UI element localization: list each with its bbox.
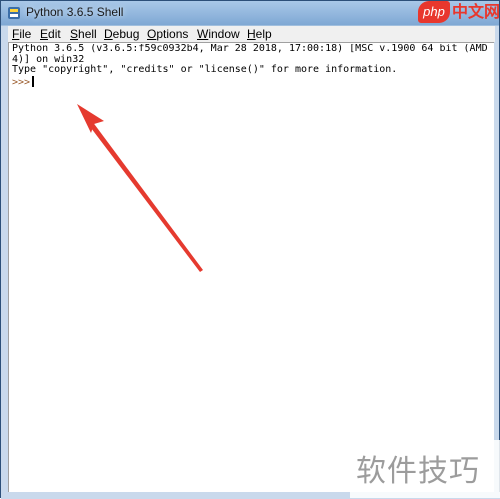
shell-text-area[interactable]: Python 3.6.5 (v3.6.5:f59c0932b4, Mar 28 … — [8, 42, 495, 493]
menu-options[interactable]: Options — [147, 27, 188, 41]
shell-line: Type "copyright", "credits" or "license(… — [12, 64, 398, 75]
menu-debug[interactable]: Debug — [104, 27, 139, 41]
menu-edit[interactable]: Edit — [40, 27, 61, 41]
php-logo-badge: php — [418, 1, 450, 23]
menu-bar: File Edit Shell Debug Options Window Hel… — [8, 26, 495, 42]
text-cursor — [32, 75, 35, 87]
php-cn-watermark-logo: php 中文网 — [418, 1, 500, 24]
menu-file[interactable]: File — [12, 27, 31, 41]
shell-prompt: >>> — [12, 76, 31, 88]
menu-shell[interactable]: Shell — [70, 27, 97, 41]
prompt-line[interactable]: >>> — [12, 75, 487, 89]
idle-shell-window: Python 3.6.5 Shell File Edit Shell Debug… — [0, 0, 500, 499]
window-right-border — [494, 42, 499, 492]
window-title: Python 3.6.5 Shell — [26, 5, 124, 19]
footer-watermark: 软件技巧 — [350, 440, 500, 498]
footer-watermark-text: 软件技巧 — [356, 454, 480, 489]
shell-output: Python 3.6.5 (v3.6.5:f59c0932b4, Mar 28 … — [12, 44, 487, 88]
shell-line: Python 3.6.5 (v3.6.5:f59c0932b4, Mar 28 … — [12, 44, 487, 54]
menu-window[interactable]: Window — [197, 27, 240, 41]
menu-help[interactable]: Help — [247, 27, 272, 41]
python-app-icon — [8, 7, 20, 19]
php-logo-text: 中文网 — [452, 2, 500, 21]
